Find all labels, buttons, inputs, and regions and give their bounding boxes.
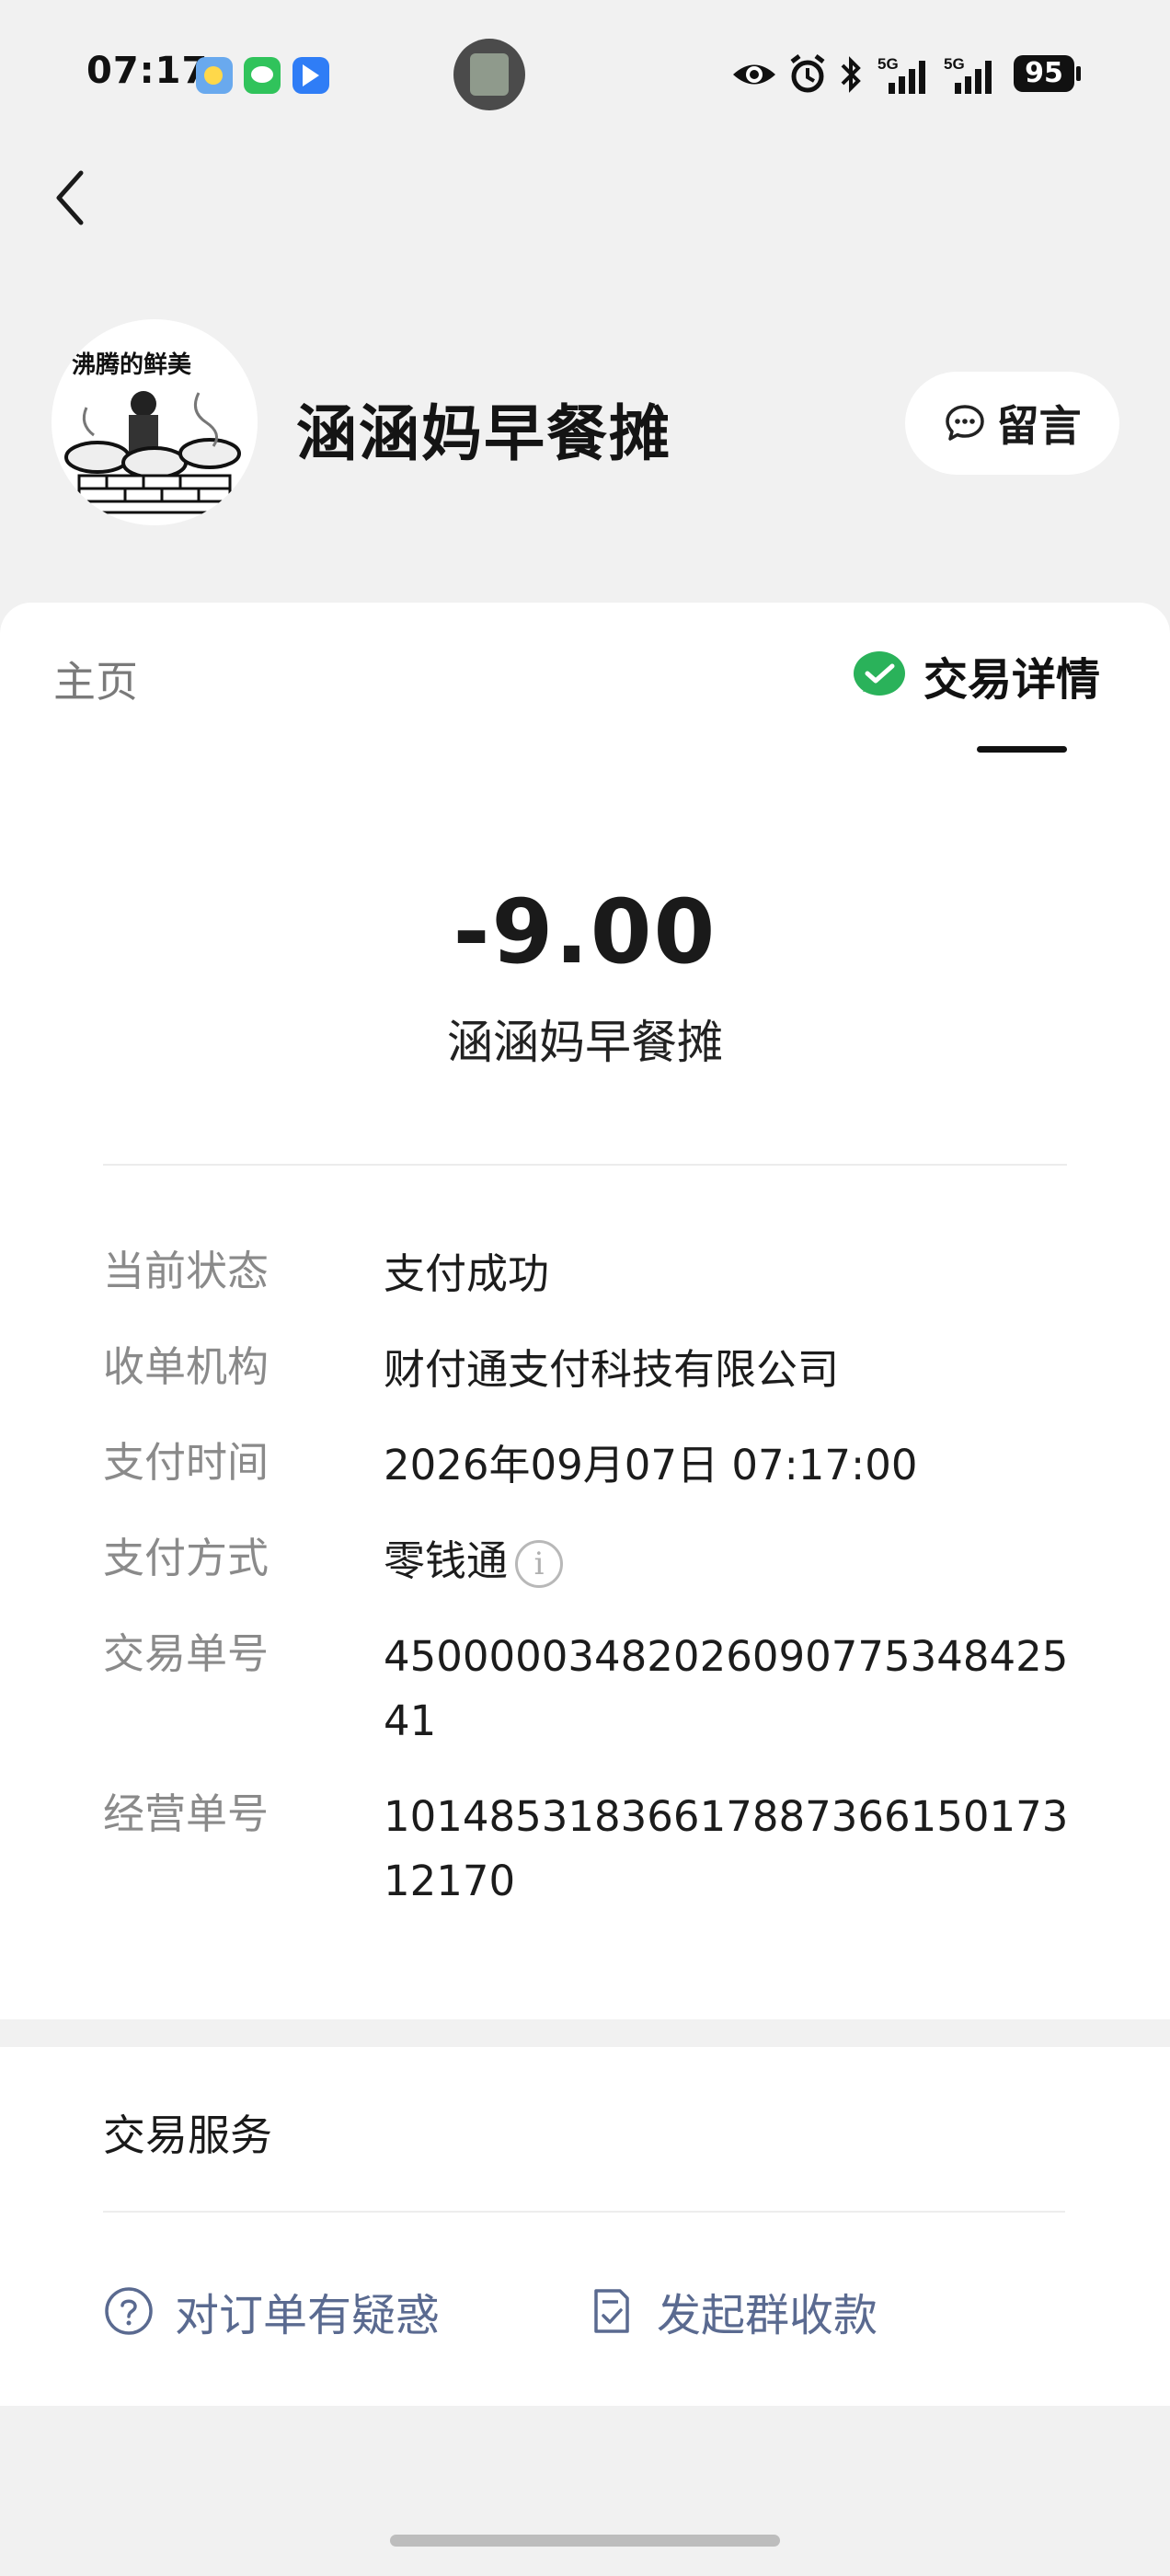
transaction-merchant: 涵涵妈早餐摊 [447, 1016, 723, 1069]
field-row-status: 当前状态 支付成功 [103, 1242, 1069, 1306]
bluetooth-icon [841, 56, 861, 93]
camera-island [453, 39, 525, 110]
service-title: 交易服务 [103, 2110, 272, 2160]
transaction-card: 主页 交易详情 -9.00 涵涵妈早餐摊 当前状态 支付成功 收单机构 财付通支… [0, 603, 1170, 2019]
tab-home[interactable]: 主页 [53, 649, 138, 709]
chat-bubble-icon [945, 405, 984, 441]
merchant-avatar[interactable]: 沸腾的鲜美 [52, 319, 258, 525]
field-label: 支付时间 [103, 1438, 270, 1487]
group-collect-label: 发起群收款 [657, 2290, 878, 2341]
battery-icon: 95 [1014, 55, 1074, 92]
eye-icon [733, 64, 775, 85]
wechat-pay-icon [854, 651, 905, 696]
tab-active-indicator [977, 746, 1067, 753]
transaction-amount: -9.00 [453, 880, 717, 983]
network-label: 5G [878, 55, 899, 73]
field-label: 经营单号 [103, 1789, 270, 1838]
field-value[interactable]: 1014853183661788736615017312170 [384, 1785, 1069, 1914]
field-value: 零钱通 [384, 1536, 509, 1585]
chevron-left-icon[interactable] [50, 166, 96, 230]
signal-icon: 5G [878, 55, 925, 94]
divider [103, 2211, 1065, 2213]
field-row-method: 支付方式 零钱通 i [103, 1529, 1069, 1593]
signal-icon: 5G [944, 55, 992, 94]
status-bar: 07:17 5G 5G 95 [0, 0, 1170, 147]
merchant-name[interactable]: 涵涵妈早餐摊 [296, 385, 671, 473]
tab-transaction-detail[interactable]: 交易详情 [852, 643, 1100, 707]
avatar-illustration: 沸腾的鲜美 [64, 351, 241, 514]
transaction-fields: 当前状态 支付成功 收单机构 财付通支付科技有限公司 支付时间 2026年09月… [103, 1242, 1069, 1945]
message-button-label: 留言 [996, 401, 1082, 451]
home-indicator[interactable] [390, 2535, 780, 2547]
field-label: 当前状态 [103, 1247, 270, 1295]
info-icon[interactable]: i [515, 1540, 564, 1588]
weather-app-icon [196, 57, 233, 94]
battery-tip [1076, 66, 1081, 81]
order-question-label: 对订单有疑惑 [175, 2290, 441, 2341]
field-label: 支付方式 [103, 1534, 270, 1582]
bird-app-icon [292, 57, 329, 94]
wechat-icon [244, 57, 281, 94]
field-label: 收单机构 [103, 1342, 270, 1391]
field-value: 2026年09月07日 07:17:00 [384, 1441, 918, 1489]
alarm-icon [790, 54, 825, 93]
group-collect-button[interactable]: 发起群收款 [585, 2279, 878, 2343]
message-button[interactable]: 留言 [905, 372, 1119, 475]
tab-detail-label: 交易详情 [923, 654, 1101, 706]
field-row-transaction-id: 交易单号 4500000348202609077534842541 [103, 1625, 1069, 1754]
field-value: 财付通支付科技有限公司 [384, 1345, 840, 1394]
transaction-service-section: 交易服务 对订单有疑惑 发起群收款 [0, 2047, 1170, 2406]
divider [103, 1164, 1067, 1166]
document-check-icon [594, 2289, 629, 2333]
field-row-merchant-order-id: 经营单号 1014853183661788736615017312170 [103, 1785, 1069, 1914]
field-row-time: 支付时间 2026年09月07日 07:17:00 [103, 1433, 1069, 1498]
avatar-text: 沸腾的鲜美 [72, 351, 191, 379]
field-row-acquirer: 收单机构 财付通支付科技有限公司 [103, 1338, 1069, 1402]
field-value[interactable]: 4500000348202609077534842541 [384, 1625, 1069, 1754]
field-value: 支付成功 [384, 1249, 550, 1298]
network-label: 5G [944, 55, 965, 73]
status-time: 07:17 [86, 50, 209, 92]
order-question-button[interactable]: 对订单有疑惑 [103, 2279, 440, 2343]
question-icon [105, 2287, 153, 2335]
field-label: 交易单号 [103, 1629, 270, 1678]
